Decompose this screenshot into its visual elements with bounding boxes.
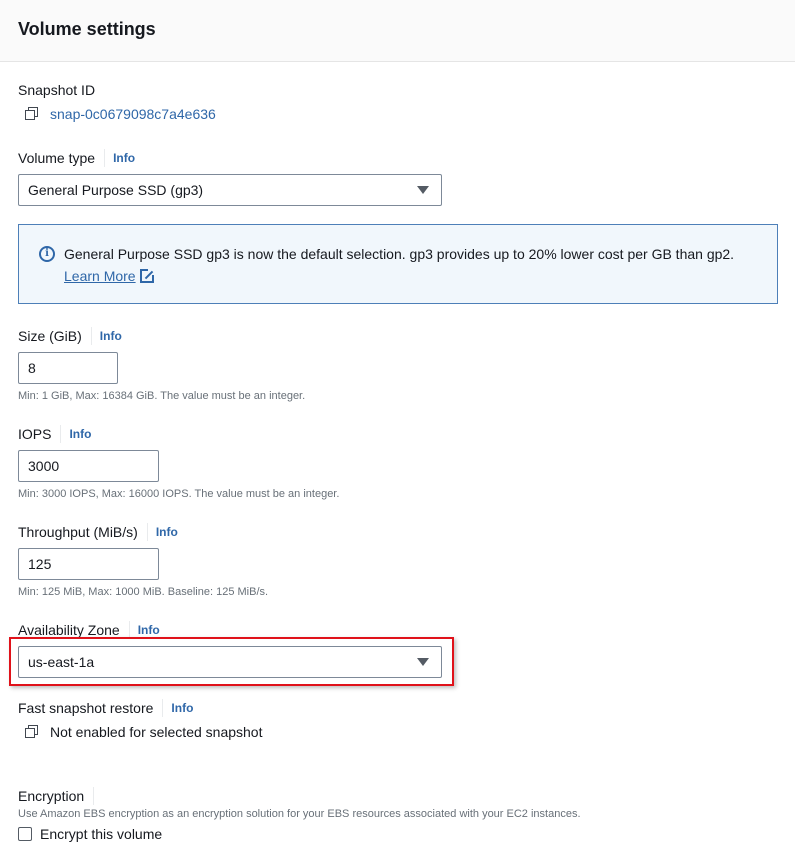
section-header: Volume settings [0, 0, 795, 62]
volume-type-select[interactable]: General Purpose SSD (gp3) [18, 174, 442, 206]
iops-input[interactable] [18, 450, 159, 482]
label-divider [93, 787, 95, 805]
throughput-input[interactable] [18, 548, 159, 580]
volume-type-field: Volume type Info General Purpose SSD (gp… [18, 148, 442, 206]
iops-field: IOPS Info Min: 3000 IOPS, Max: 16000 IOP… [18, 424, 339, 500]
iops-info-link[interactable]: Info [69, 427, 91, 441]
encryption-field: Encryption Use Amazon EBS encryption as … [18, 786, 581, 842]
caret-down-icon [417, 186, 429, 194]
size-info-link[interactable]: Info [100, 329, 122, 343]
gp3-info-alert: i General Purpose SSD gp3 is now the def… [18, 224, 778, 304]
size-label: Size (GiB) [18, 328, 82, 344]
label-divider [146, 523, 148, 541]
label-divider [162, 699, 164, 717]
alert-message: General Purpose SSD gp3 is now the defau… [64, 243, 744, 303]
encrypt-volume-label[interactable]: Encrypt this volume [40, 826, 162, 842]
availability-zone-select[interactable]: us-east-1a [18, 646, 442, 678]
fast-snapshot-restore-label: Fast snapshot restore [18, 700, 154, 716]
label-divider [128, 621, 130, 639]
volume-type-selected: General Purpose SSD (gp3) [28, 182, 204, 198]
encryption-description: Use Amazon EBS encryption as an encrypti… [18, 808, 581, 820]
section-title: Volume settings [18, 19, 156, 39]
throughput-field: Throughput (MiB/s) Info Min: 125 MiB, Ma… [18, 522, 268, 598]
size-field: Size (GiB) Info Min: 1 GiB, Max: 16384 G… [18, 326, 305, 402]
learn-more-link[interactable]: Learn More [64, 268, 136, 284]
info-circle-icon: i [39, 246, 55, 262]
iops-hint: Min: 3000 IOPS, Max: 16000 IOPS. The val… [18, 488, 340, 500]
snapshot-id-field: Snapshot ID snap-0c0679098c7a4e636 [18, 80, 216, 122]
availability-zone-label: Availability Zone [18, 622, 120, 638]
copy-icon[interactable] [24, 106, 40, 122]
label-divider [104, 149, 106, 167]
throughput-hint: Min: 125 MiB, Max: 1000 MiB. Baseline: 1… [18, 586, 269, 598]
snapshot-id-link[interactable]: snap-0c0679098c7a4e636 [50, 106, 216, 122]
encryption-label: Encryption [18, 788, 85, 804]
fast-snapshot-restore-value: Not enabled for selected snapshot [50, 724, 263, 740]
alert-text: General Purpose SSD gp3 is now the defau… [64, 246, 735, 262]
copy-icon [24, 724, 40, 740]
label-divider [60, 425, 62, 443]
external-link-icon[interactable] [139, 268, 155, 283]
snapshot-id-label: Snapshot ID [18, 82, 96, 98]
availability-zone-info-link[interactable]: Info [138, 623, 160, 637]
caret-down-icon [417, 658, 429, 666]
throughput-info-link[interactable]: Info [156, 525, 178, 539]
iops-label: IOPS [18, 426, 52, 442]
throughput-label: Throughput (MiB/s) [18, 524, 138, 540]
volume-type-label: Volume type [18, 150, 96, 166]
size-hint: Min: 1 GiB, Max: 16384 GiB. The value mu… [18, 390, 306, 402]
fast-snapshot-restore-field: Fast snapshot restore Info Not enabled f… [18, 698, 262, 740]
fast-snapshot-restore-info-link[interactable]: Info [171, 701, 193, 715]
label-divider [90, 327, 92, 345]
encrypt-volume-checkbox[interactable] [18, 827, 32, 841]
size-input[interactable] [18, 352, 118, 384]
availability-zone-field: Availability Zone Info us-east-1a [18, 620, 442, 678]
availability-zone-selected: us-east-1a [28, 654, 95, 670]
volume-type-info-link[interactable]: Info [113, 151, 135, 165]
